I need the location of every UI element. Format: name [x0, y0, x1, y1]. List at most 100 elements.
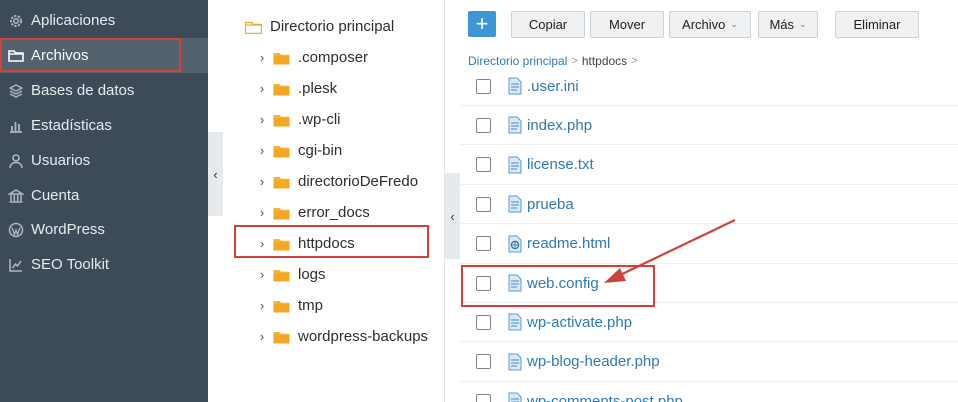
row-checkbox[interactable]: [476, 196, 491, 212]
tree-folder-cgi-bin[interactable]: › cgi-bin: [255, 135, 342, 165]
file-name-link[interactable]: prueba: [527, 196, 574, 213]
file-row[interactable]: .user.ini: [460, 67, 958, 106]
nav-item-bases-de-datos[interactable]: Bases de datos: [0, 73, 208, 108]
collapse-tree-button[interactable]: ‹: [445, 173, 460, 259]
nav-item-cuenta[interactable]: Cuenta: [0, 178, 208, 213]
bank-icon: [8, 188, 24, 204]
wordpress-icon: [8, 222, 24, 238]
chevron-right-icon[interactable]: ›: [255, 112, 269, 127]
file-name-link[interactable]: readme.html: [527, 235, 610, 252]
collapse-sidebar-button[interactable]: ‹: [208, 132, 223, 216]
file-menu-button[interactable]: Archivo ⌄: [669, 11, 751, 38]
highlight-archivos: [0, 38, 181, 72]
chevron-left-icon: ‹: [450, 208, 455, 224]
file-row[interactable]: wp-activate.php: [460, 303, 958, 343]
nav-item-aplicaciones[interactable]: Aplicaciones: [0, 3, 208, 38]
chevron-right-icon[interactable]: ›: [255, 329, 269, 344]
breadcrumb-separator: >: [571, 55, 578, 67]
file-name-link[interactable]: index.php: [527, 117, 592, 134]
breadcrumb-root-link[interactable]: Directorio principal: [468, 54, 567, 68]
copy-button[interactable]: Copiar: [511, 11, 585, 38]
file-row[interactable]: wp-comments-post.php: [460, 382, 958, 402]
tree-folder-label: logs: [298, 265, 326, 283]
nav-item-label: Estadísticas: [31, 117, 112, 134]
gear-icon: [8, 13, 24, 29]
delete-button[interactable]: Eliminar: [835, 11, 919, 38]
chevron-left-icon: ‹: [213, 166, 218, 182]
file-name-link[interactable]: wp-activate.php: [527, 314, 632, 331]
file-icon: [508, 195, 522, 213]
more-menu-button[interactable]: Más ⌄: [758, 11, 818, 38]
file-row[interactable]: license.txt: [460, 146, 958, 185]
chevron-right-icon[interactable]: ›: [255, 205, 269, 220]
chevron-right-icon[interactable]: ›: [255, 81, 269, 96]
row-checkbox[interactable]: [476, 393, 491, 402]
tree-folder-label: cgi-bin: [298, 141, 343, 159]
tree-folder-wp-cli[interactable]: › .wp-cli: [255, 104, 341, 134]
bar-chart-icon: [8, 118, 24, 134]
tree-folder-wordpress-backups[interactable]: › wordpress-backups: [255, 321, 428, 351]
folder-icon: [273, 206, 290, 219]
tree-root-label: Directorio principal: [270, 17, 395, 35]
nav-item-label: Bases de datos: [31, 82, 135, 99]
folder-icon: [273, 113, 290, 126]
add-button[interactable]: +: [468, 11, 496, 37]
folder-icon: [273, 330, 290, 343]
folder-icon: [273, 82, 290, 95]
file-icon: [508, 392, 522, 402]
chevron-right-icon[interactable]: ›: [255, 267, 269, 282]
file-name-link[interactable]: .user.ini: [527, 78, 579, 95]
folder-icon: [273, 299, 290, 312]
file-row[interactable]: prueba: [460, 185, 958, 225]
chevron-down-icon: ⌄: [730, 19, 738, 29]
move-button-label: Mover: [608, 17, 646, 32]
file-name-link[interactable]: wp-blog-header.php: [527, 353, 660, 370]
chevron-right-icon[interactable]: ›: [255, 174, 269, 189]
tree-folder-label: tmp: [298, 296, 324, 314]
chevron-right-icon[interactable]: ›: [255, 143, 269, 158]
file-row[interactable]: index.php: [460, 106, 958, 146]
copy-button-label: Copiar: [528, 17, 568, 32]
tree-root[interactable]: Directorio principal: [245, 11, 394, 41]
row-checkbox[interactable]: [476, 354, 491, 370]
tree-folder-plesk[interactable]: › .plesk: [255, 73, 337, 103]
file-name-link[interactable]: license.txt: [527, 156, 594, 173]
plus-icon: +: [475, 11, 489, 36]
file-name-link[interactable]: wp-comments-post.php: [527, 393, 683, 402]
tree-folder-label: .plesk: [298, 79, 338, 97]
file-icon: [508, 313, 522, 331]
tree-folder-label: wordpress-backups: [298, 327, 429, 345]
nav-item-estadisticas[interactable]: Estadísticas: [0, 108, 208, 143]
tree-folder-composer[interactable]: › .composer: [255, 42, 368, 72]
row-checkbox[interactable]: [476, 314, 491, 330]
breadcrumb-current: httpdocs: [581, 54, 628, 68]
html-file-icon: [508, 235, 522, 253]
row-checkbox[interactable]: [476, 117, 491, 133]
breadcrumb-separator: >: [631, 55, 638, 67]
file-icon: [508, 77, 522, 95]
row-checkbox[interactable]: [476, 78, 491, 94]
tree-folder-tmp[interactable]: › tmp: [255, 290, 323, 320]
user-icon: [8, 153, 24, 169]
chevron-down-icon: ⌄: [799, 19, 807, 29]
file-row[interactable]: readme.html: [460, 225, 958, 264]
nav-item-wordpress[interactable]: WordPress: [0, 212, 208, 247]
folder-icon: [245, 20, 262, 34]
file-icon: [508, 116, 522, 134]
tree-folder-logs[interactable]: › logs: [255, 259, 326, 289]
row-checkbox[interactable]: [476, 157, 491, 173]
nav-item-seo-toolkit[interactable]: SEO Toolkit: [0, 247, 208, 282]
tree-folder-label: error_docs: [298, 203, 370, 221]
tree-folder-directoriodefredo[interactable]: › directorioDeFredo: [255, 166, 418, 196]
nav-item-label: SEO Toolkit: [31, 256, 110, 273]
chevron-right-icon[interactable]: ›: [255, 50, 269, 65]
file-icon: [508, 353, 522, 371]
file-icon: [508, 156, 522, 174]
tree-folder-error-docs[interactable]: › error_docs: [255, 197, 370, 227]
move-button[interactable]: Mover: [590, 11, 664, 38]
breadcrumb: Directorio principal > httpdocs >: [468, 54, 642, 68]
nav-item-usuarios[interactable]: Usuarios: [0, 143, 208, 178]
row-checkbox[interactable]: [476, 236, 491, 252]
file-row[interactable]: wp-blog-header.php: [460, 343, 958, 382]
chevron-right-icon[interactable]: ›: [255, 298, 269, 313]
